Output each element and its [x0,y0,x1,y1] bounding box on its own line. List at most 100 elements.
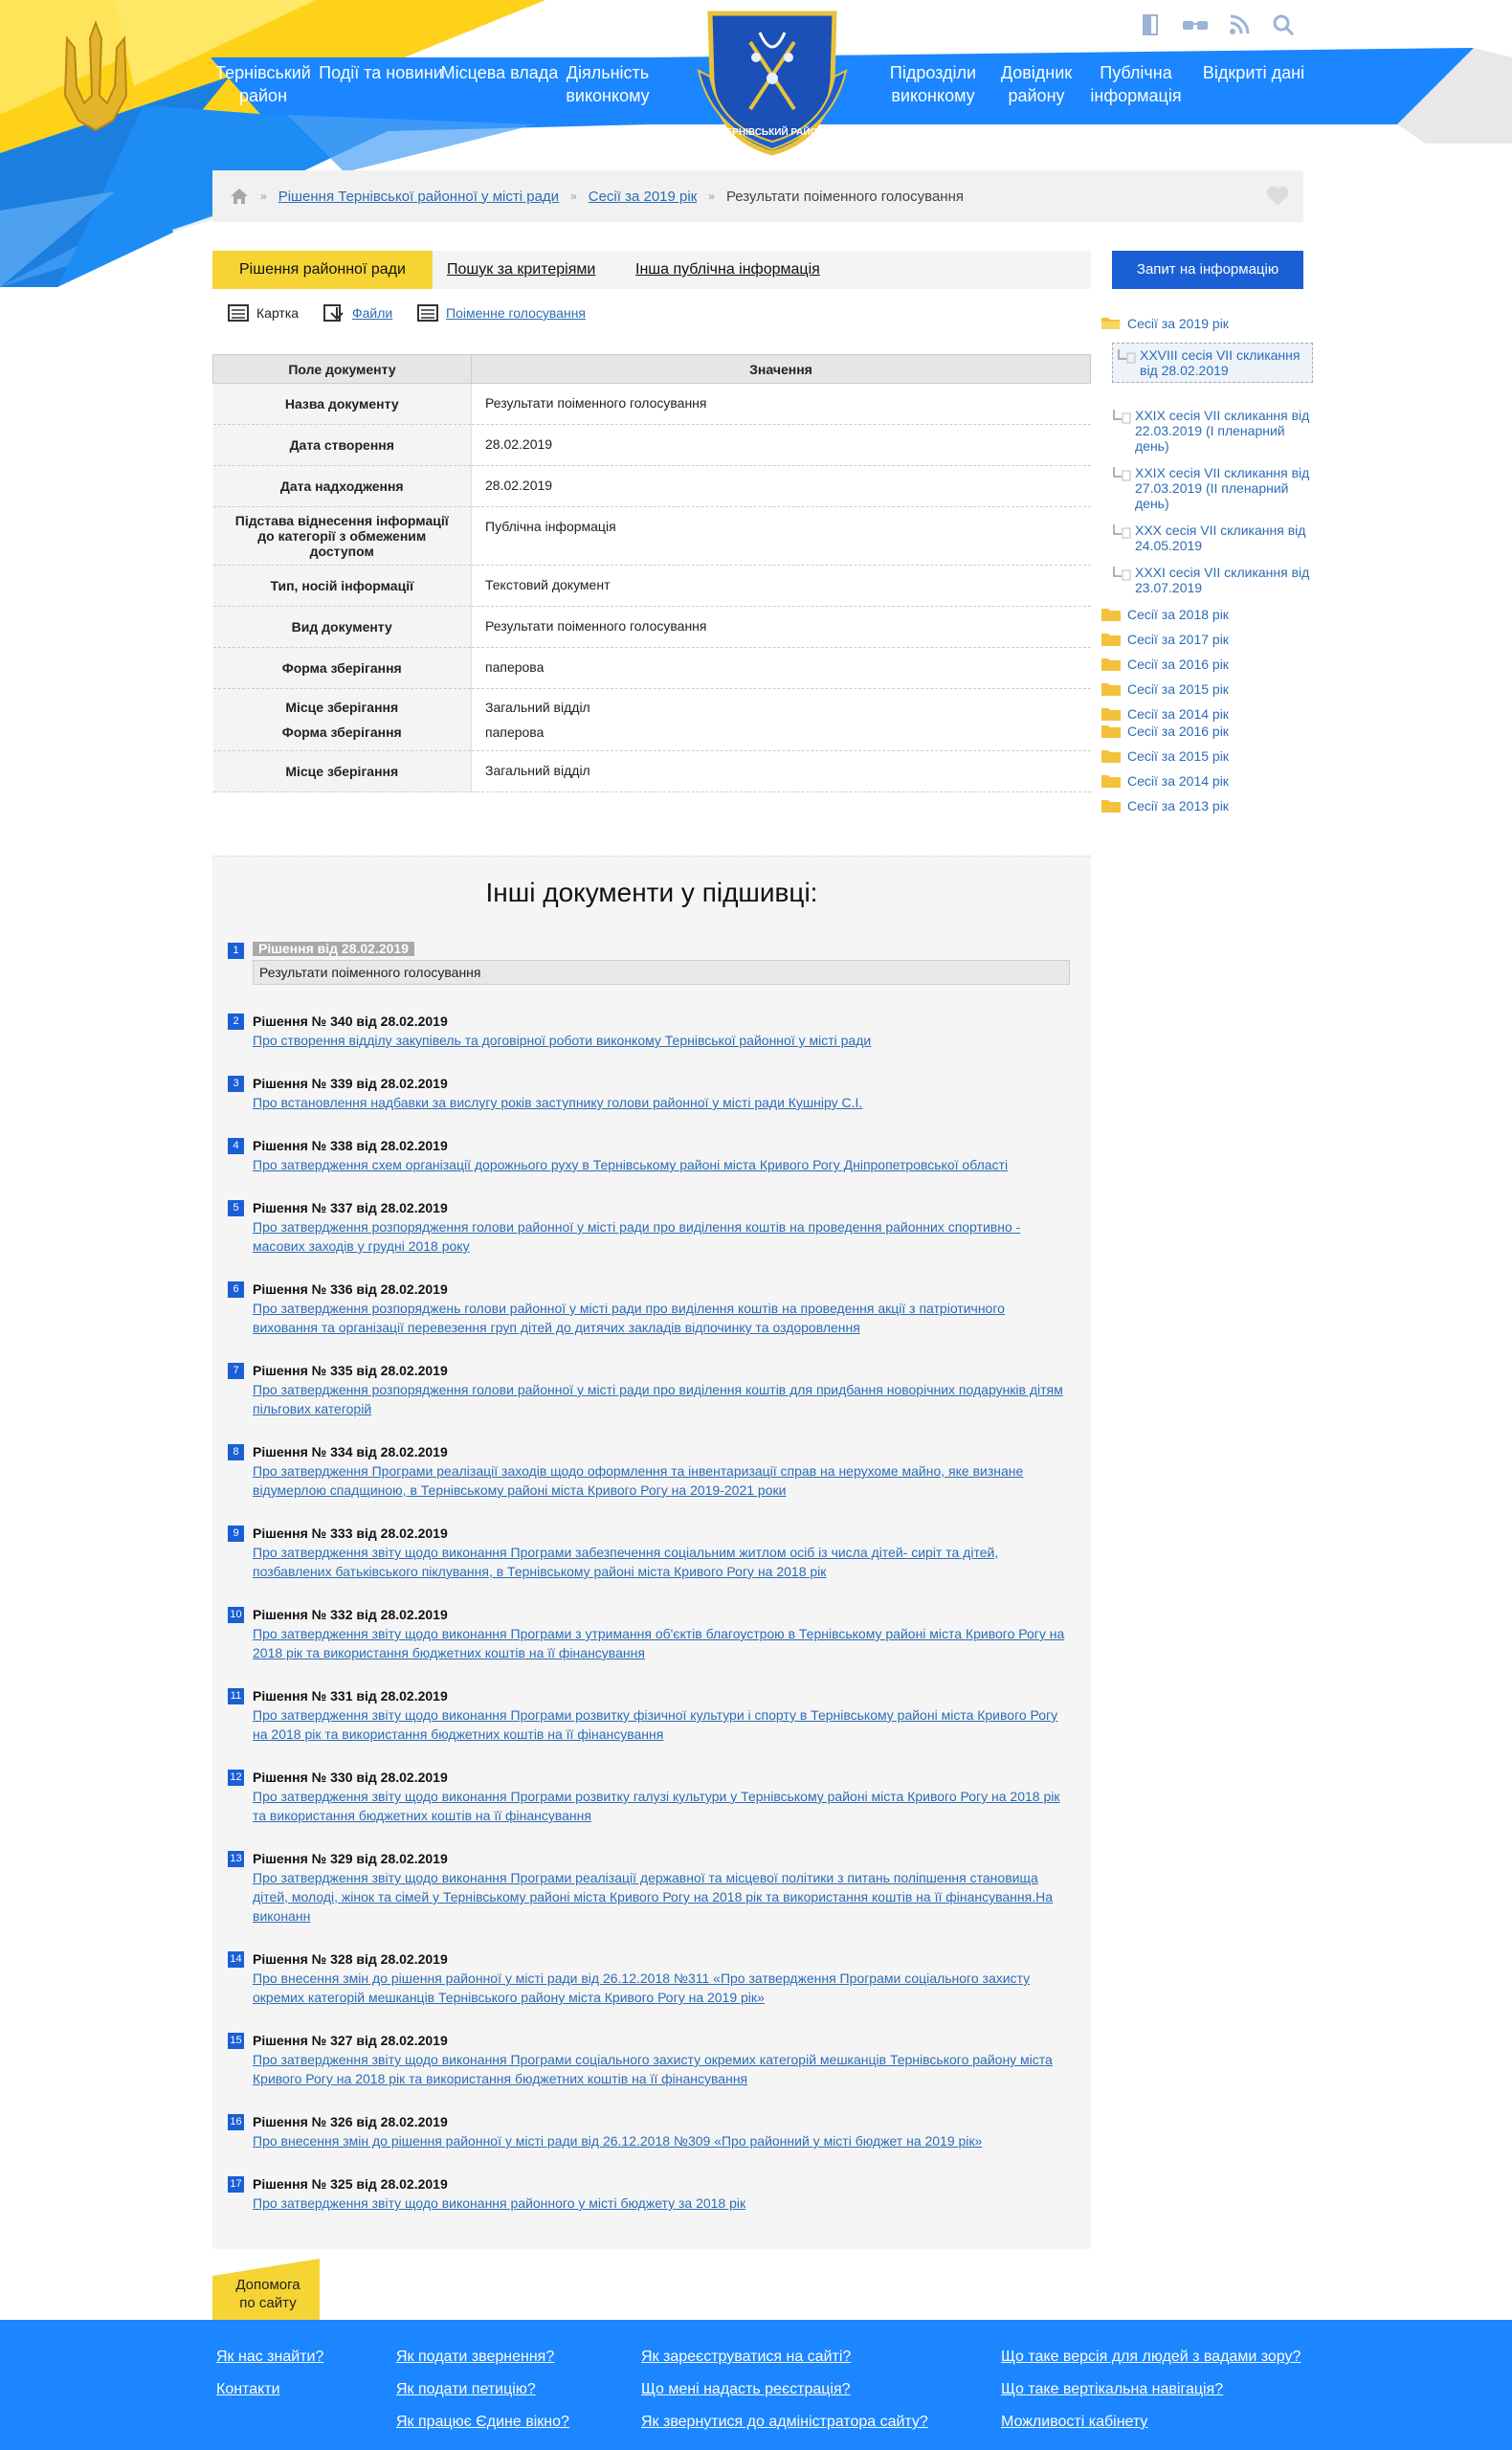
list-item: 16 Рішення № 326 від 28.02.2019 Про внесен… [228,2112,1070,2150]
nav-item-district[interactable]: Тернівський район [201,61,325,107]
subtab-roll-call[interactable]: Поіменне голосування [417,304,586,322]
subtab-files[interactable]: Файли [323,304,392,322]
tree-folder-open[interactable]: Сесії за 2019 рік [1101,316,1229,331]
table-row: Вид документу Результати поіменного голо… [212,606,1091,648]
tree-folder[interactable]: Сесії за 2016 рік [1101,724,1229,739]
nav-item-executive-activity[interactable]: Діяльність виконкому [545,61,670,107]
search-icon[interactable] [1266,8,1301,42]
list-item: 8 Рішення № 334 від 28.02.2019 Про затверд… [228,1442,1070,1500]
subtab-files-label: Файли [352,305,393,321]
footer-link-contacts[interactable]: Контакти [216,2381,280,2398]
nav-item-news[interactable]: Події та новини [319,61,443,84]
files-icon [323,304,344,322]
favorite-heart-icon[interactable] [1265,184,1290,209]
tree-folder[interactable]: Сесії за 2015 рік [1101,748,1229,764]
list-item: 5 Рішення № 337 від 28.02.2019 Про затверд… [228,1198,1070,1256]
item-link[interactable]: Про затвердження звіту щодо виконання ра… [253,2194,1070,2213]
tree-folder[interactable]: Сесії за 2014 рік [1101,773,1229,789]
field-value: Загальний відділ [471,750,1091,792]
item-link[interactable]: Про внесення змін до рішення районної у … [253,2131,1070,2150]
tree-session-item[interactable]: XXXI сесія VII скликання від 23.07.2019 [1112,565,1313,595]
footer-link-vertical-navigation[interactable]: Що таке вертікальна навігація? [1001,2381,1223,2398]
tree-folder[interactable]: Сесії за 2014 рік [1101,706,1229,722]
tree-session-item[interactable]: XXX сесія VII скликання від 24.05.2019 [1112,523,1313,553]
subtab-card-label: Картка [256,305,300,321]
tree-session-item-selected[interactable]: XXVIII сесія VII скликання від 28.02.201… [1112,343,1313,383]
tree-folder[interactable]: Сесії за 2013 рік [1101,798,1229,813]
trident-logo[interactable] [57,19,134,134]
information-request-button[interactable]: Запит на інформацію [1112,251,1303,289]
other-documents-title: Інші документи у підшивці: [485,878,818,907]
nav-item-public-info[interactable]: Публічна інформація [1074,61,1198,107]
footer-link-single-window[interactable]: Як працює Єдине вікно? [396,2414,569,2431]
item-link[interactable]: Про затвердження звіту щодо виконання Пр… [253,1787,1070,1825]
table-row: Дата надходження 28.02.2019 [212,465,1091,507]
item-link[interactable]: Про затвердження Програми реалізації зах… [253,1461,1070,1500]
door-icon[interactable] [1134,8,1168,42]
card-icon [228,304,249,322]
breadcrumb-item-sessions-2019[interactable]: Сесії за 2019 рік [589,189,698,205]
list-item: 13 Рішення № 329 від 28.02.2019 Про затвер… [228,1849,1070,1926]
folder-icon [1101,708,1121,721]
item-link[interactable]: Про затвердження звіту щодо виконання Пр… [253,1868,1070,1926]
tree-folder[interactable]: Сесії за 2016 рік [1101,657,1229,672]
footer-link-registration-benefits[interactable]: Що мені надасть реєстрація? [641,2381,851,2398]
item-link[interactable]: Про затвердження звіту щодо виконання Пр… [253,1705,1070,1744]
item-heading: Рішення № 338 від 28.02.2019 [253,1138,448,1153]
field-name: Форма зберігання [212,647,472,689]
item-link[interactable]: Про затвердження звіту щодо виконання Пр… [253,1624,1070,1662]
subtab-card[interactable]: Картка [228,304,299,322]
breadcrumb-current: Результати поіменного голосування [725,188,964,205]
field-value: Результати поіменного голосування [471,383,1091,425]
item-link[interactable]: Про затвердження розпорядження голови ра… [253,1380,1070,1418]
home-icon[interactable] [230,188,249,205]
tab-search-criteria[interactable]: Пошук за критеріями [447,251,595,289]
footer-link-appeal[interactable]: Як подати звернення? [396,2349,554,2366]
table-row: Дата створення 28.02.2019 [212,424,1091,466]
breadcrumb-item-council-decisions[interactable]: Рішення Тернівської районної у місті рад… [278,189,559,205]
tree-folder[interactable]: Сесії за 2018 рік [1101,607,1229,622]
list-item: 3 Рішення № 339 від 28.02.2019 Про встанов… [228,1074,1070,1112]
footer-link-register[interactable]: Як зареєструватися на сайті? [641,2349,851,2366]
item-number: 1 [228,943,244,959]
footer-link-contact-admin[interactable]: Як звернутися до адміністратора сайту? [641,2414,928,2431]
tree-branch-icon [1118,349,1136,364]
tree-folder-label: Сесії за 2016 рік [1127,724,1229,739]
district-emblem[interactable]: ТЕРНІВСЬКИЙ РАЙОН [693,4,852,157]
tree-session-item[interactable]: XXIX сесія VII скликання від 27.03.2019 … [1112,465,1313,511]
glasses-icon[interactable] [1178,8,1212,42]
list-item: 6 Рішення № 336 від 28.02.2019 Про затверд… [228,1280,1070,1337]
footer-link-find-us[interactable]: Як нас знайти? [216,2349,323,2366]
tree-folder-label: Сесії за 2015 рік [1127,681,1229,697]
breadcrumb-separator: » [260,189,267,203]
item-number: 10 [228,1607,244,1623]
breadcrumb-separator: » [708,189,715,203]
field-value: 28.02.2019 [471,465,1091,507]
item-link[interactable]: Про затвердження розпорядження голови ра… [253,1217,1070,1256]
item-number: 4 [228,1138,244,1154]
item-link[interactable]: Про затвердження звіту щодо виконання Пр… [253,2050,1070,2088]
nav-item-open-data[interactable]: Відкриті дані [1191,61,1316,84]
footer-link-petition[interactable]: Як подати петицію? [396,2381,536,2398]
table-row: Підстава віднесення інформації до катего… [212,506,1091,566]
session-link: XXVIII сесія VII скликання від 28.02.201… [1140,347,1301,378]
rss-icon[interactable] [1222,8,1256,42]
item-link[interactable]: Про встановлення надбавки за вислугу рок… [253,1093,1070,1112]
nav-item-local-government[interactable]: Місцева влада [437,61,562,84]
tree-folder[interactable]: Сесії за 2015 рік [1101,681,1229,697]
item-link[interactable]: Про створення відділу закупівель та дого… [253,1031,1070,1050]
item-link[interactable]: Про затвердження схем організації дорожн… [253,1155,1070,1174]
item-link[interactable]: Про внесення змін до рішення районної у … [253,1969,1070,2007]
tree-folder[interactable]: Сесії за 2017 рік [1101,632,1229,647]
folder-icon [1101,683,1121,696]
item-heading: Рішення № 339 від 28.02.2019 [253,1076,448,1091]
item-link[interactable]: Про затвердження розпоряджень голови рай… [253,1299,1070,1337]
tree-session-item[interactable]: XXIX сесія VII скликання від 22.03.2019 … [1112,408,1313,454]
tab-council-decisions[interactable]: Рішення районної ради [212,251,433,289]
footer-link-cabinet-features[interactable]: Можливості кабінету [1001,2414,1147,2431]
list-item: 11 Рішення № 331 від 28.02.2019 Про затвер… [228,1686,1070,1744]
list-item: 15 Рішення № 327 від 28.02.2019 Про затвер… [228,2031,1070,2088]
item-link[interactable]: Про затвердження звіту щодо виконання Пр… [253,1543,1070,1581]
footer-link-accessibility-version[interactable]: Що таке версія для людей з вадами зору? [1001,2349,1301,2366]
tab-other-public-info[interactable]: Інша публічна інформація [635,251,820,289]
